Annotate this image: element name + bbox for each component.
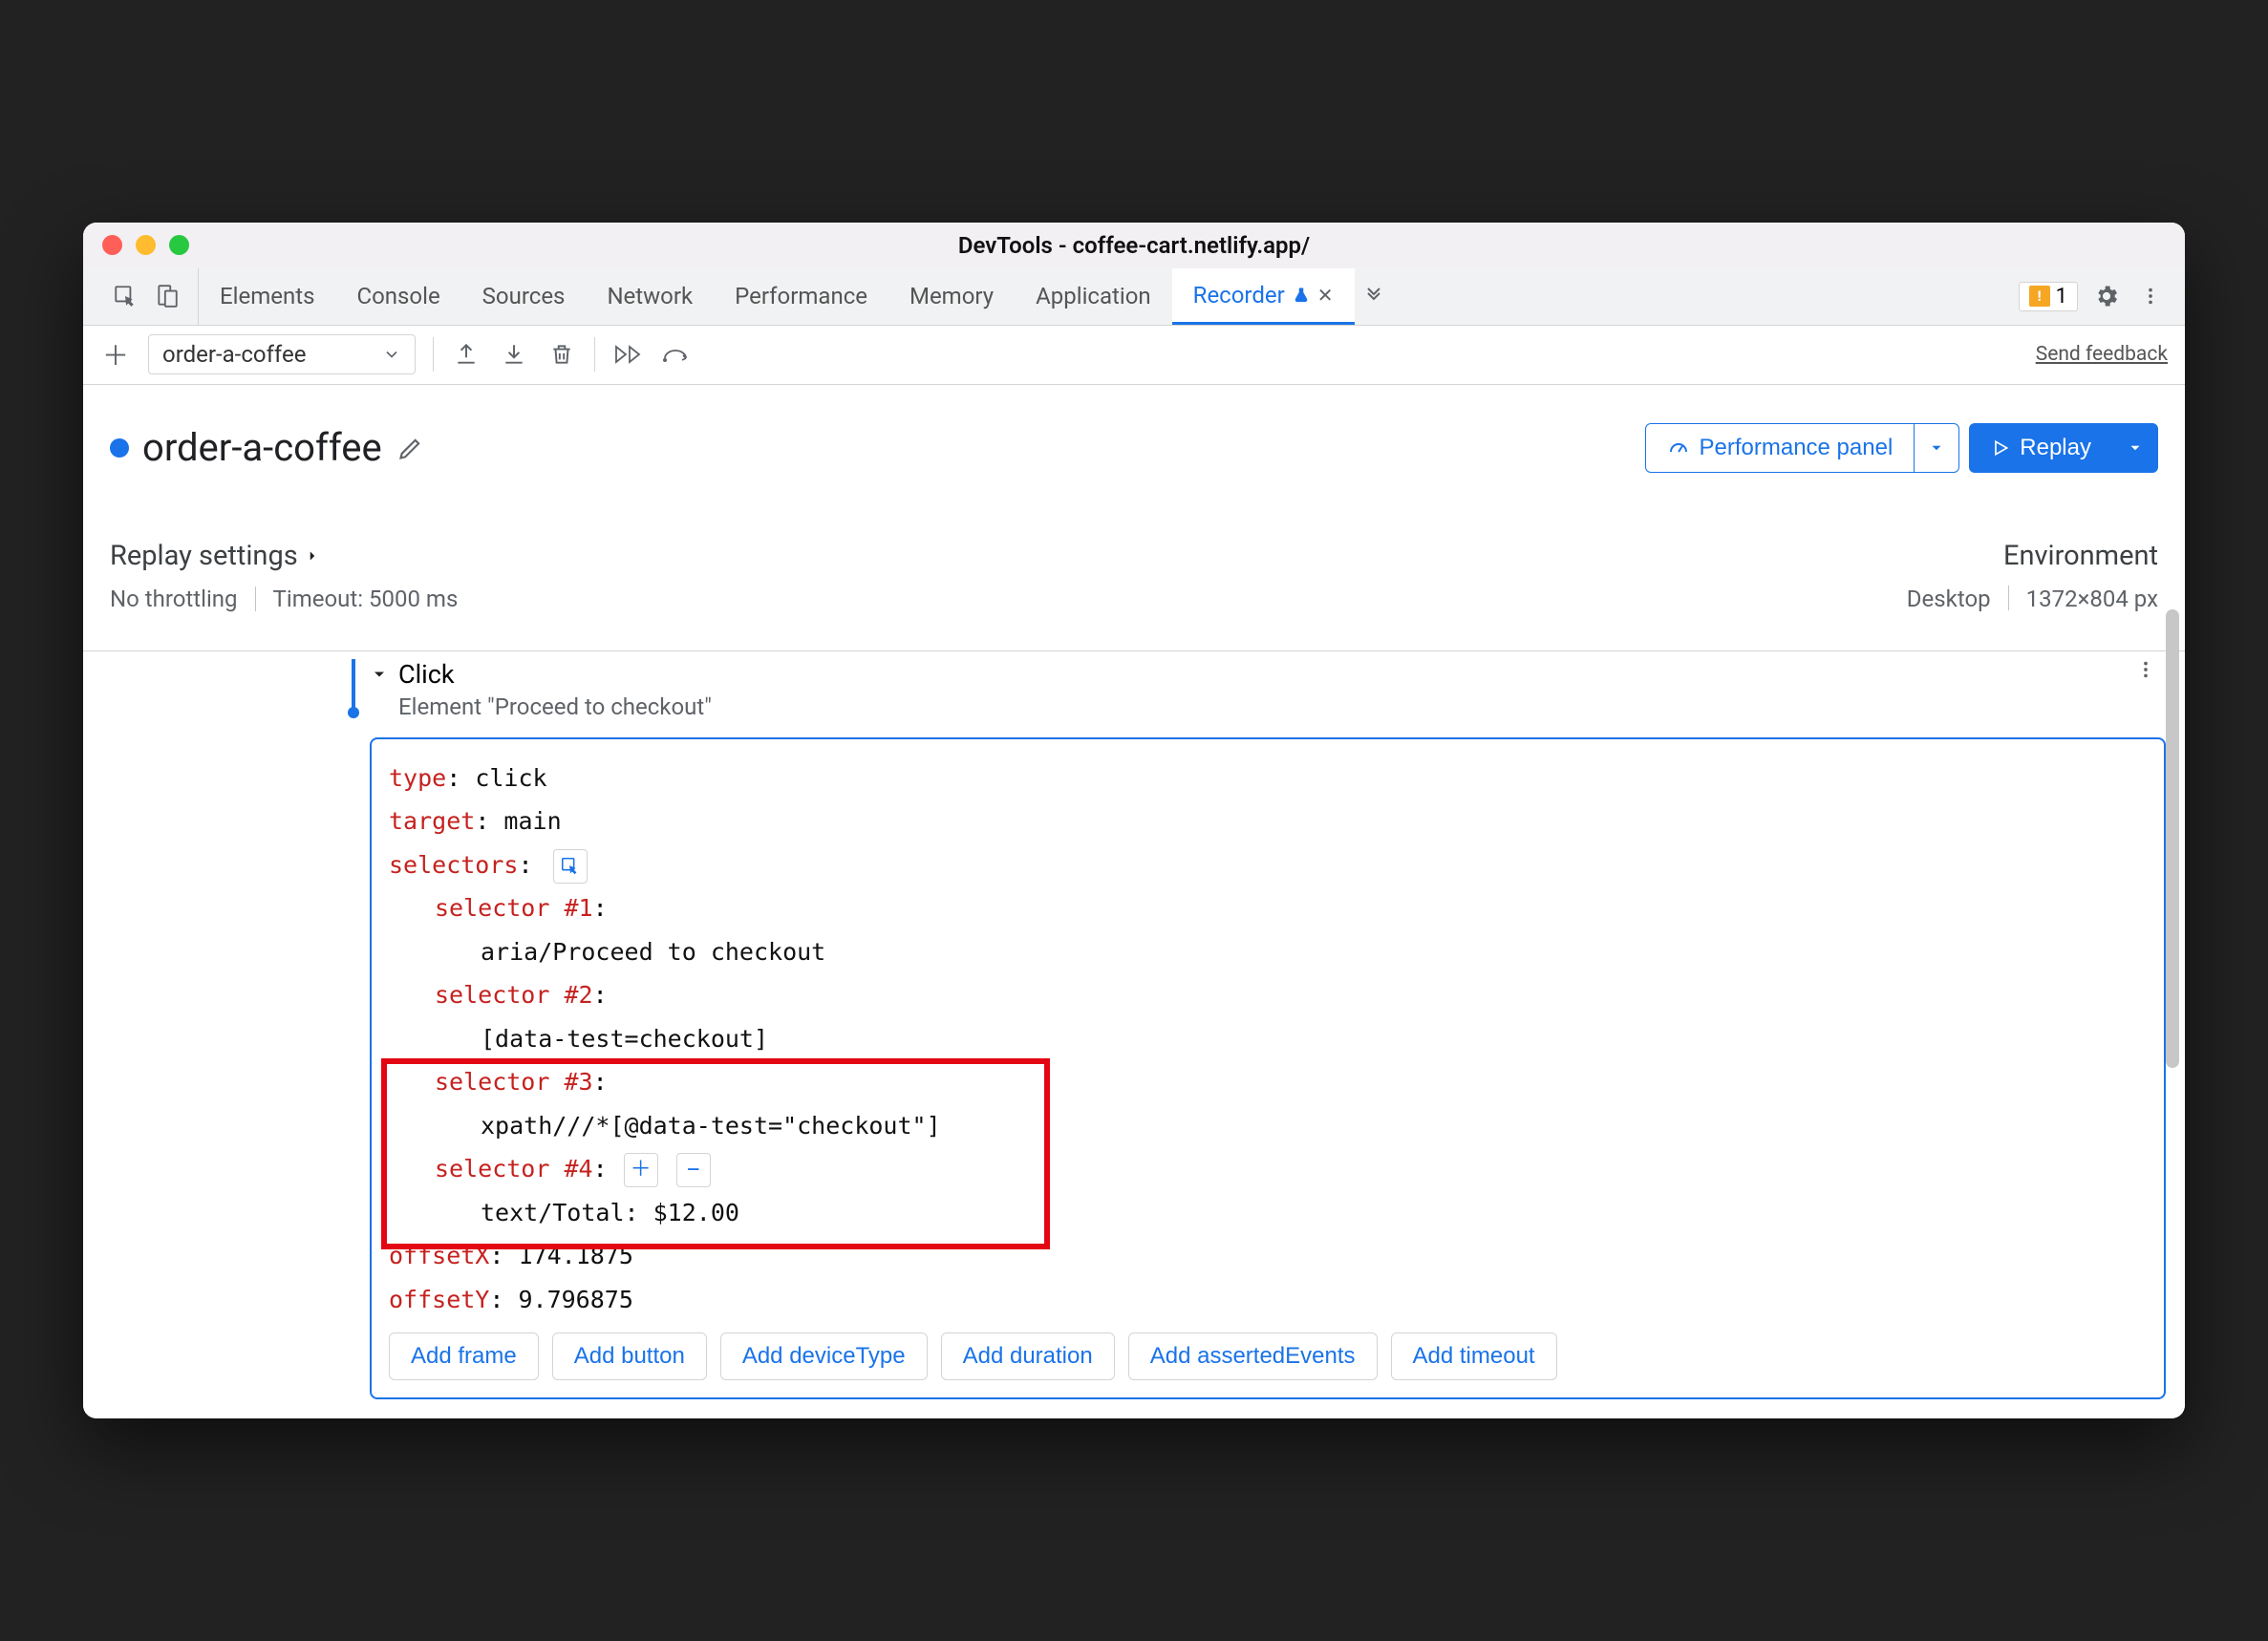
window-title: DevTools - coffee-cart.netlify.app/: [958, 232, 1310, 259]
selector-2-key: selector #2: [435, 981, 593, 1009]
target-value[interactable]: main: [503, 807, 561, 835]
timeline: [83, 659, 370, 1419]
step-subtitle: Element "Proceed to checkout": [398, 693, 712, 720]
environment-dimensions: 1372×804 px: [2026, 586, 2158, 612]
element-picker-button[interactable]: [553, 849, 588, 884]
chevron-right-icon: [304, 547, 321, 565]
selector-3-value[interactable]: xpath///*[@data-test="checkout"]: [389, 1104, 2147, 1148]
replay-settings-toggle[interactable]: Replay settings: [110, 540, 458, 572]
selector-1-key: selector #1: [435, 894, 593, 922]
add-selector-button[interactable]: ＋: [624, 1153, 658, 1187]
add-button-chip[interactable]: Add button: [552, 1332, 707, 1380]
titlebar: DevTools - coffee-cart.netlify.app/: [83, 223, 2185, 268]
kebab-menu-icon[interactable]: [2135, 281, 2166, 311]
inspect-element-icon[interactable]: [110, 281, 140, 311]
remove-selector-button[interactable]: −: [676, 1153, 711, 1187]
recorder-main: order-a-coffee Performance panel: [83, 385, 2185, 650]
device-toggle-icon[interactable]: [152, 281, 182, 311]
timeout-value: Timeout: 5000 ms: [273, 586, 459, 612]
tab-network[interactable]: Network: [586, 268, 714, 325]
chevron-down-icon: [1928, 439, 1945, 457]
replay-button-group: Replay: [1969, 423, 2158, 473]
scroll-thumb[interactable]: [2166, 609, 2179, 1068]
type-key: type: [389, 764, 446, 792]
add-timeout-chip[interactable]: Add timeout: [1391, 1332, 1557, 1380]
main-tabs: Elements Console Sources Network Perform…: [83, 268, 2185, 326]
offsety-value[interactable]: 9.796875: [518, 1286, 632, 1313]
step-title: Click: [398, 659, 712, 690]
steps-area: Click Element "Proceed to checkout" type…: [83, 650, 2185, 1419]
performance-panel-dropdown[interactable]: [1914, 423, 1959, 473]
replay-dropdown[interactable]: [2112, 423, 2158, 473]
tab-recorder[interactable]: Recorder ✕: [1172, 268, 1355, 325]
offsetx-key: offsetX: [389, 1242, 489, 1269]
chevron-down-icon: [2127, 439, 2144, 457]
offsetx-value[interactable]: 174.1875: [518, 1242, 632, 1269]
replay-settings-row: Replay settings No throttling Timeout: 5…: [110, 511, 2158, 641]
close-tab-icon[interactable]: ✕: [1317, 284, 1334, 307]
add-assertedevents-chip[interactable]: Add assertedEvents: [1128, 1332, 1378, 1380]
edit-name-icon[interactable]: [396, 433, 426, 463]
more-tabs-button[interactable]: [1355, 268, 1393, 325]
step-play-icon[interactable]: [612, 339, 643, 370]
step-details: type: click target: main selectors: sele…: [370, 737, 2166, 1400]
collapse-icon[interactable]: [370, 665, 389, 684]
add-devicetype-chip[interactable]: Add deviceType: [720, 1332, 928, 1380]
step-over-icon[interactable]: [660, 339, 691, 370]
tab-console[interactable]: Console: [335, 268, 460, 325]
warning-icon: !: [2029, 286, 2050, 307]
throttling-value: No throttling: [110, 586, 238, 612]
selector-1-value[interactable]: aria/Proceed to checkout: [389, 930, 2147, 974]
add-frame-chip[interactable]: Add frame: [389, 1332, 539, 1380]
offsety-key: offsetY: [389, 1286, 489, 1313]
step-header[interactable]: Click Element "Proceed to checkout": [370, 659, 2166, 720]
tab-elements[interactable]: Elements: [199, 268, 335, 325]
selector-4-key: selector #4: [435, 1155, 593, 1183]
target-key: target: [389, 807, 475, 835]
maximize-window-button[interactable]: [169, 235, 189, 255]
performance-panel-button[interactable]: Performance panel: [1645, 423, 1915, 473]
import-icon[interactable]: [499, 339, 529, 370]
warnings-badge[interactable]: ! 1: [2019, 282, 2078, 311]
settings-icon[interactable]: [2091, 281, 2122, 311]
inspect-tools: [95, 268, 199, 325]
play-icon: [1991, 438, 2010, 458]
add-property-chips: Add frame Add button Add deviceType Add …: [389, 1332, 2147, 1380]
selectors-key: selectors: [389, 851, 518, 879]
type-value[interactable]: click: [475, 764, 546, 792]
traffic-lights: [102, 235, 189, 255]
recording-status-dot: [110, 438, 129, 458]
scrollbar[interactable]: [2164, 371, 2183, 1410]
add-duration-chip[interactable]: Add duration: [941, 1332, 1115, 1380]
environment-device: Desktop: [1907, 586, 1991, 612]
recording-name: order-a-coffee: [142, 425, 382, 470]
tab-performance[interactable]: Performance: [714, 268, 888, 325]
flask-icon: [1293, 287, 1310, 304]
export-icon[interactable]: [451, 339, 481, 370]
replay-button[interactable]: Replay: [1969, 423, 2112, 473]
minimize-window-button[interactable]: [136, 235, 156, 255]
tab-application[interactable]: Application: [1015, 268, 1172, 325]
send-feedback-link[interactable]: Send feedback: [2036, 343, 2168, 366]
selector-4-value[interactable]: text/Total: $12.00: [389, 1191, 2147, 1235]
add-recording-button[interactable]: ＋: [100, 339, 131, 370]
gauge-icon: [1667, 437, 1690, 459]
selector-2-value[interactable]: [data-test=checkout]: [389, 1017, 2147, 1061]
warning-count: 1: [2056, 285, 2067, 309]
delete-icon[interactable]: [546, 339, 577, 370]
chevron-down-icon: [382, 345, 401, 364]
environment-label: Environment: [2003, 540, 2158, 572]
recording-select[interactable]: order-a-coffee: [148, 334, 416, 374]
tab-memory[interactable]: Memory: [888, 268, 1015, 325]
close-window-button[interactable]: [102, 235, 122, 255]
selector-3-key: selector #3: [435, 1068, 593, 1096]
performance-panel-button-group: Performance panel: [1645, 423, 1960, 473]
devtools-window: DevTools - coffee-cart.netlify.app/ Elem…: [83, 223, 2185, 1419]
tab-sources[interactable]: Sources: [461, 268, 587, 325]
step-menu-icon[interactable]: [2135, 659, 2166, 680]
recorder-toolbar: ＋ order-a-coffee Send feedback: [83, 326, 2185, 385]
recording-header: order-a-coffee Performance panel: [110, 423, 2158, 473]
